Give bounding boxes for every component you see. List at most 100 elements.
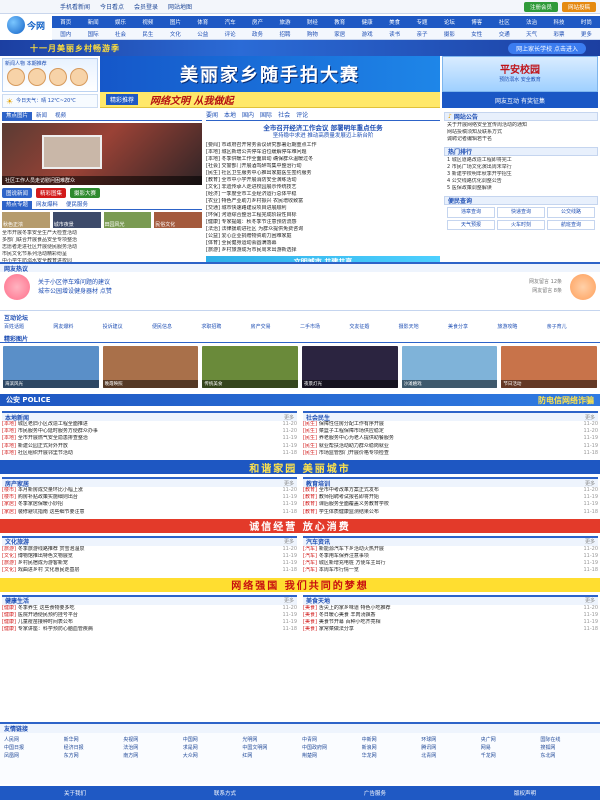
rank-item[interactable]: 5 医保政策调整解读	[447, 185, 595, 192]
more-link[interactable]: 更多	[284, 414, 294, 421]
comment-item[interactable]: 关于小区停车难问题的建议 网友留言 12条	[38, 278, 562, 287]
nav-item[interactable]: 健康	[353, 18, 380, 26]
gallery-image[interactable]: 节日活动	[501, 346, 598, 388]
notice-item[interactable]: 诚聘记者编辑若干名	[447, 136, 595, 143]
top-banner[interactable]: 十一月美丽乡村畅游季 网上家长学校 点击进入	[0, 40, 600, 56]
list-item[interactable]: [楼市] 购房补贴政策实施细则出台 11-19	[2, 494, 297, 501]
forum-link[interactable]: 便民信息	[152, 324, 201, 331]
friend-link[interactable]: 南方网	[123, 752, 179, 759]
list-item[interactable]: [健康] 儿童疫苗接种时间表公布 11-19	[2, 619, 297, 626]
pill-gallery[interactable]: 精彩图集	[36, 188, 67, 198]
friend-link[interactable]: 东方网	[64, 752, 120, 759]
nav-subitem[interactable]: 国内	[52, 30, 79, 38]
nav-subitem[interactable]: 家居	[326, 30, 353, 38]
friend-link[interactable]: 北青网	[421, 752, 477, 759]
gallery-image[interactable]: 海滨风光	[3, 346, 99, 388]
news-item[interactable]: [法治] 法律援助进社区 为群众提供免费咨询	[206, 226, 440, 233]
list-item[interactable]: [家居] 冬季家居保暖小妙招 11-19	[2, 501, 297, 508]
news-item[interactable]: [民生] 社区卫生服务中心推出家庭医生签约服务	[206, 170, 440, 177]
list-item[interactable]: [文化] 博物馆推出特色文物展览 11-19	[2, 553, 297, 560]
forum-link[interactable]: 交友征婚	[349, 324, 398, 331]
ad-band[interactable]: 网络强国 我们共同的梦想	[0, 577, 600, 592]
list-item[interactable]: [家居] 装修避坑指南 这些细节要注意 11-18	[2, 509, 297, 516]
forum-link[interactable]: 投诉建议	[103, 324, 152, 331]
footer-link[interactable]: 关于我们	[64, 789, 86, 797]
list-item[interactable]: [汽车] 本周车市行情一览 11-18	[303, 567, 598, 574]
forum-link[interactable]: 百姓话题	[4, 324, 53, 331]
friend-link[interactable]: 经济日报	[64, 744, 120, 751]
list-item[interactable]: [教育] 教师招聘考试报名即将开始 11-19	[303, 494, 598, 501]
nav-subitem[interactable]: 更多	[573, 30, 600, 38]
focus-photo[interactable]: 社区工作人员走访慰问困难群众	[2, 123, 202, 185]
friend-link[interactable]: 央视网	[123, 736, 179, 743]
nav-item[interactable]: 科技	[545, 18, 572, 26]
top-link[interactable]: 手机看新闻	[60, 2, 90, 11]
more-link[interactable]: 更多	[585, 480, 595, 487]
friend-link[interactable]: 光明网	[242, 736, 298, 743]
friend-link[interactable]: 人民网	[4, 736, 60, 743]
friend-link[interactable]: 新浪网	[362, 744, 418, 751]
forum-link[interactable]: 旅游攻略	[497, 324, 546, 331]
comment-item[interactable]: 城市公园增设健身器材 点赞 网友留言 8条	[38, 287, 562, 296]
top-link[interactable]: 网站地图	[168, 2, 192, 11]
nav-item[interactable]: 专题	[408, 18, 435, 26]
more-link[interactable]: 更多	[284, 538, 294, 545]
list-item[interactable]: [汽车] 冬季用车保养注意事项 11-19	[303, 553, 598, 560]
submit-article-button[interactable]: 网站投稿	[561, 1, 596, 12]
friend-link[interactable]: 新华网	[64, 736, 120, 743]
list-item[interactable]: [教育] 全市中考改革方案正式发布 11-20	[303, 487, 598, 494]
news-item[interactable]: [经济] 一季度全市工业经济运行总体平稳	[206, 191, 440, 198]
thumb-image[interactable]: 民俗文化	[154, 212, 202, 228]
service-link[interactable]: 火车时刻	[497, 219, 545, 230]
nav-item[interactable]: 体育	[189, 18, 216, 26]
nav-subitem[interactable]: 招聘	[271, 30, 298, 38]
list-item[interactable]: [健康] 医院开通便民预约挂号平台 11-19	[2, 612, 297, 619]
more-link[interactable]: 更多	[284, 597, 294, 604]
friend-link[interactable]: 东北网	[540, 752, 596, 759]
more-link[interactable]: 更多	[585, 597, 595, 604]
nav-item[interactable]: 社区	[491, 18, 518, 26]
police-banner[interactable]: 公安 POLICE 防电信网络诈骗	[0, 394, 600, 406]
nav-item[interactable]: 房产	[244, 18, 271, 26]
friend-link[interactable]: 中国政府网	[302, 744, 358, 751]
nav-item[interactable]: 首页	[52, 18, 79, 26]
friend-link[interactable]: 网易	[481, 744, 537, 751]
pill-photo-contest[interactable]: 摄影大赛	[70, 188, 101, 198]
list-item[interactable]: [民生] 市场监管部门开展价格专项检查 11-18	[303, 450, 598, 457]
news-item[interactable]: [要闻] 市政府召开常务会议研究部署近期重点工作	[206, 142, 440, 149]
nav-subitem[interactable]: 读书	[381, 30, 408, 38]
list-item[interactable]: [教育] 课后服务全面覆盖义务教育学校 11-19	[303, 501, 598, 508]
list-item[interactable]: [本地] 城区老旧小区改造工程全面推进 11-20	[2, 421, 297, 428]
friend-link[interactable]: 国际在线	[540, 736, 596, 743]
friend-link[interactable]: 中国文明网	[242, 744, 298, 751]
center-headline[interactable]: 全市召开经济工作会议 部署明年重点任务	[206, 124, 440, 132]
ad-band[interactable]: 和谐家园 美丽城市	[0, 460, 600, 475]
more-link[interactable]: 更多	[585, 538, 595, 545]
pill-photo-news[interactable]: 图说新闻	[2, 188, 33, 198]
nav-subitem[interactable]: 摄影	[436, 30, 463, 38]
service-link[interactable]: 违章查询	[447, 207, 495, 218]
friend-link[interactable]: 求是网	[183, 744, 239, 751]
nav-item[interactable]: 美食	[381, 18, 408, 26]
list-item[interactable]: [教育] 学生体质健康监测结果公布 11-18	[303, 509, 598, 516]
hero-banner[interactable]: 美丽家乡随手拍大赛	[100, 56, 440, 92]
friend-link[interactable]: 华龙网	[362, 752, 418, 759]
list-item[interactable]: [本地] 新建公园正式对外开放 11-19	[2, 443, 297, 450]
tab-hot-topics[interactable]: 热点专题	[2, 201, 33, 209]
nav-subitem[interactable]: 游戏	[353, 30, 380, 38]
weather-widget[interactable]: ☀ 今日天气：晴 12℃~20℃	[2, 94, 98, 108]
gallery-image[interactable]: 传统美食	[202, 346, 299, 388]
more-link[interactable]: 更多	[585, 414, 595, 421]
nav-subitem[interactable]: 亲子	[408, 30, 435, 38]
nav-subitem[interactable]: 民生	[134, 30, 161, 38]
list-item[interactable]: [本地] 全市开展燃气安全隐患排查整治 11-19	[2, 435, 297, 442]
more-link[interactable]: 更多	[284, 480, 294, 487]
friend-link[interactable]: 中国网	[183, 736, 239, 743]
forum-link[interactable]: 二手市场	[300, 324, 349, 331]
nav-subitem[interactable]: 评论	[216, 30, 243, 38]
friend-link[interactable]: 中国日报	[4, 744, 60, 751]
friend-link[interactable]: 搜狐网	[540, 744, 596, 751]
friend-link[interactable]: 千龙网	[481, 752, 537, 759]
news-item[interactable]: [体育] 全民健身运动会圆满落幕	[206, 240, 440, 247]
tab-services[interactable]: 便民服务	[62, 201, 92, 209]
